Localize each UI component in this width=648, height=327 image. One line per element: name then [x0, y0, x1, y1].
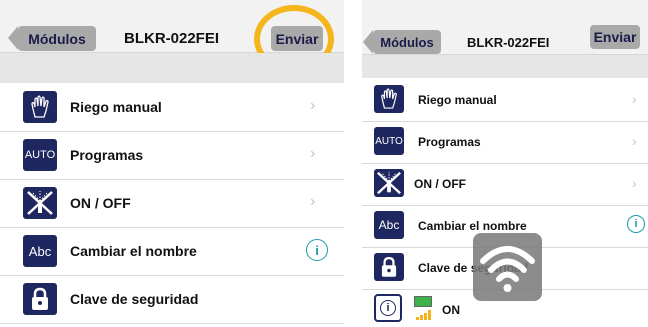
back-button-modulos[interactable]: Módulos: [363, 30, 441, 54]
lock-icon: [374, 253, 404, 281]
signal-strength-icon: [416, 310, 431, 320]
list-item-label: Riego manual: [418, 93, 497, 107]
auto-icon-text: AUTO: [24, 149, 56, 161]
list-item-on-off[interactable]: ON / OFF ›: [0, 179, 344, 228]
list-item-on-off[interactable]: ON / OFF ›: [362, 163, 648, 206]
auto-icon-text: AUTO: [375, 135, 403, 147]
send-button[interactable]: Enviar: [590, 25, 640, 49]
list-item-label: Programas: [70, 147, 144, 163]
chevron-right-icon: ›: [310, 145, 316, 162]
lock-icon: [23, 283, 57, 315]
chevron-right-icon: ›: [632, 133, 637, 149]
wifi-icon: [473, 233, 542, 301]
list-item-riego-manual[interactable]: Riego manual ›: [0, 83, 344, 132]
list-item-cambiar-nombre[interactable]: Abc Cambiar el nombre i: [0, 227, 344, 276]
list-item-label: Riego manual: [70, 99, 162, 115]
back-arrow-shape: [8, 26, 18, 50]
battery-icon: [414, 296, 432, 307]
navigation-bar: Módulos BLKR-022FEI Enviar: [362, 0, 648, 55]
back-arrow-shape: [363, 30, 373, 54]
list-item-label: Clave de seguridad: [70, 291, 199, 307]
abc-icon: Abc: [23, 235, 57, 267]
chevron-right-icon: ›: [632, 91, 637, 107]
chevron-right-icon: ›: [632, 175, 637, 191]
chevron-right-icon: ›: [310, 193, 316, 210]
chevron-right-icon: ›: [310, 97, 316, 114]
list-item-label: Cambiar el nombre: [70, 243, 197, 259]
abc-icon: Abc: [374, 211, 404, 239]
page-title: BLKR-022FEI: [467, 35, 550, 50]
list-item-label: ON: [442, 303, 460, 317]
list-item-clave-seguridad[interactable]: Clave de seguridad: [0, 275, 344, 324]
right-phone-screen: Módulos BLKR-022FEI Enviar Riego manual …: [362, 0, 648, 327]
back-button-label: Módulos: [28, 30, 86, 47]
abc-icon-text: Abc: [378, 218, 400, 232]
auto-icon: AUTO: [374, 127, 404, 155]
list-item-programas[interactable]: AUTO Programas ›: [0, 131, 344, 180]
auto-icon: AUTO: [23, 139, 57, 171]
list-item-programas[interactable]: AUTO Programas ›: [362, 121, 648, 164]
sprinkler-off-icon: [23, 187, 57, 219]
list-item-label: Programas: [418, 135, 481, 149]
info-icon[interactable]: i: [627, 215, 645, 233]
info-icon: i: [374, 294, 402, 322]
list-item-label: ON / OFF: [70, 195, 131, 211]
page-title: BLKR-022FEI: [124, 30, 220, 47]
info-icon[interactable]: i: [306, 239, 328, 261]
section-header-band: [0, 53, 344, 83]
left-phone-screen: Módulos BLKR-022FEI Enviar Riego manual …: [0, 0, 344, 327]
info-glyph: i: [380, 300, 396, 316]
list-item-riego-manual[interactable]: Riego manual ›: [362, 79, 648, 122]
section-header-band: [362, 55, 648, 78]
hand-icon: [23, 91, 57, 123]
list-item-label: Cambiar el nombre: [418, 219, 527, 233]
back-button-modulos[interactable]: Módulos: [8, 26, 96, 51]
hand-icon: [374, 85, 404, 113]
sprinkler-off-icon: [374, 169, 404, 197]
abc-icon-text: Abc: [28, 243, 52, 259]
list-item-label: ON / OFF: [414, 177, 466, 191]
back-button-label: Módulos: [380, 34, 434, 50]
